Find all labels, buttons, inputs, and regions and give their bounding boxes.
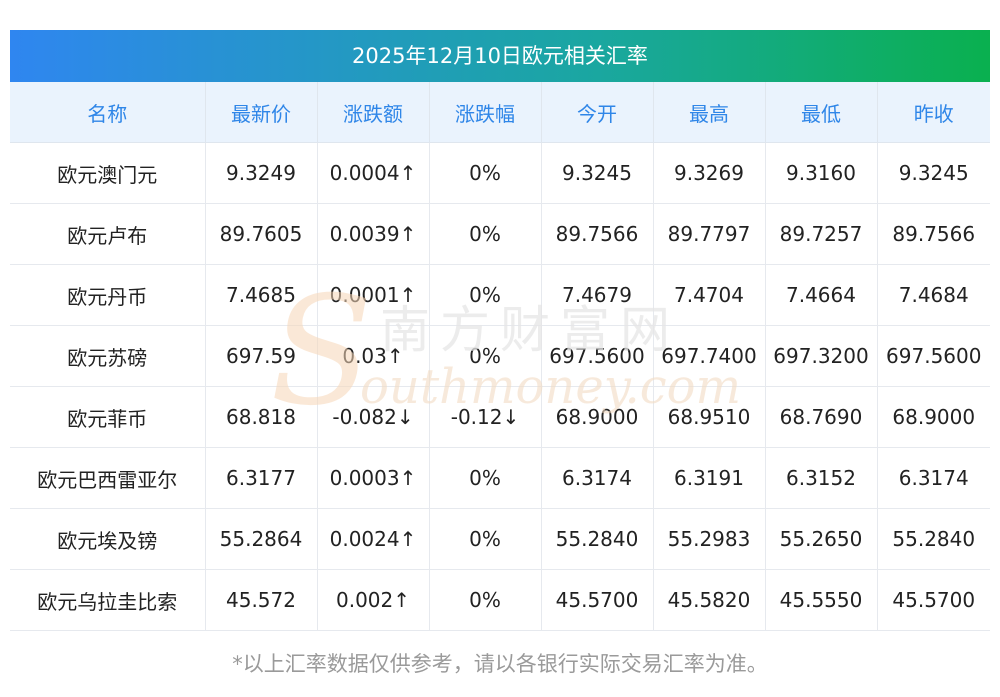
cell-name: 欧元菲币	[10, 386, 206, 448]
cell-prev-close: 697.5600	[877, 325, 990, 387]
header-change: 涨跌额	[317, 82, 430, 143]
cell-low: 68.7690	[765, 386, 878, 448]
cell-open: 7.4679	[541, 264, 654, 326]
table-row: 欧元菲币 68.818 -0.082↓ -0.12↓ 68.9000 68.9510 68.…	[10, 386, 990, 448]
cell-open: 68.9000	[541, 386, 654, 448]
cell-change-pct: 0%	[429, 142, 542, 204]
cell-name: 欧元乌拉圭比索	[10, 569, 206, 631]
cell-prev-close: 89.7566	[877, 203, 990, 265]
cell-change: 0.0024↑	[317, 508, 430, 570]
table-row: 欧元丹币 7.4685 0.0001↑ 0% 7.4679 7.4704 7.4664 7.4…	[10, 264, 990, 326]
cell-open: 55.2840	[541, 508, 654, 570]
cell-change: 0.0003↑	[317, 447, 430, 509]
header-low: 最低	[765, 82, 878, 143]
cell-low: 89.7257	[765, 203, 878, 265]
cell-high: 89.7797	[653, 203, 766, 265]
cell-open: 45.5700	[541, 569, 654, 631]
cell-high: 55.2983	[653, 508, 766, 570]
cell-change-pct: 0%	[429, 325, 542, 387]
cell-change-pct: 0%	[429, 447, 542, 509]
cell-high: 7.4704	[653, 264, 766, 326]
cell-change: 0.0039↑	[317, 203, 430, 265]
cell-latest: 68.818	[205, 386, 318, 448]
cell-low: 45.5550	[765, 569, 878, 631]
cell-change-pct: 0%	[429, 569, 542, 631]
header-change-pct: 涨跌幅	[429, 82, 542, 143]
cell-open: 89.7566	[541, 203, 654, 265]
cell-change: 0.002↑	[317, 569, 430, 631]
table-title: 2025年12月10日欧元相关汇率	[10, 30, 990, 82]
table-row: 欧元澳门元 9.3249 0.0004↑ 0% 9.3245 9.3269 9.3160 9.…	[10, 142, 990, 204]
cell-name: 欧元澳门元	[10, 142, 206, 204]
cell-latest: 45.572	[205, 569, 318, 631]
cell-latest: 6.3177	[205, 447, 318, 509]
header-name: 名称	[10, 82, 206, 143]
cell-high: 45.5820	[653, 569, 766, 631]
cell-latest: 55.2864	[205, 508, 318, 570]
cell-change-pct: -0.12↓	[429, 386, 542, 448]
table-row: 欧元乌拉圭比索 45.572 0.002↑ 0% 45.5700 45.5820 45.55…	[10, 569, 990, 631]
cell-latest: 7.4685	[205, 264, 318, 326]
disclaimer-note: *以上汇率数据仅供参考，请以各银行实际交易汇率为准。	[232, 652, 768, 676]
header-row: 名称 最新价 涨跌额 涨跌幅 今开 最高 最低 昨收	[10, 82, 990, 143]
cell-latest: 9.3249	[205, 142, 318, 204]
cell-change-pct: 0%	[429, 508, 542, 570]
cell-prev-close: 7.4684	[877, 264, 990, 326]
cell-change: 0.0001↑	[317, 264, 430, 326]
cell-prev-close: 9.3245	[877, 142, 990, 204]
page: 2025年12月10日欧元相关汇率 名称 最新价 涨跌额 涨跌幅 今开 最高 最…	[0, 0, 1000, 697]
cell-high: 697.7400	[653, 325, 766, 387]
cell-name: 欧元丹币	[10, 264, 206, 326]
cell-change-pct: 0%	[429, 264, 542, 326]
cell-low: 9.3160	[765, 142, 878, 204]
cell-prev-close: 6.3174	[877, 447, 990, 509]
cell-prev-close: 68.9000	[877, 386, 990, 448]
cell-open: 697.5600	[541, 325, 654, 387]
cell-low: 6.3152	[765, 447, 878, 509]
cell-high: 68.9510	[653, 386, 766, 448]
cell-open: 6.3174	[541, 447, 654, 509]
cell-name: 欧元苏磅	[10, 325, 206, 387]
table-row: 欧元卢布 89.7605 0.0039↑ 0% 89.7566 89.7797 89.725…	[10, 203, 990, 265]
cell-change: 0.03↑	[317, 325, 430, 387]
cell-name: 欧元埃及镑	[10, 508, 206, 570]
header-open: 今开	[541, 82, 654, 143]
header-latest: 最新价	[205, 82, 318, 143]
cell-prev-close: 55.2840	[877, 508, 990, 570]
cell-low: 55.2650	[765, 508, 878, 570]
cell-latest: 697.59	[205, 325, 318, 387]
cell-open: 9.3245	[541, 142, 654, 204]
table-row: 欧元苏磅 697.59 0.03↑ 0% 697.5600 697.7400 697.320…	[10, 325, 990, 387]
cell-change: 0.0004↑	[317, 142, 430, 204]
cell-change: -0.082↓	[317, 386, 430, 448]
exchange-rate-table: 名称 最新价 涨跌额 涨跌幅 今开 最高 最低 昨收 欧元澳门元 9.3249 0.…	[10, 82, 990, 631]
table-row: 欧元巴西雷亚尔 6.3177 0.0003↑ 0% 6.3174 6.3191 6.3152…	[10, 447, 990, 509]
cell-low: 7.4664	[765, 264, 878, 326]
cell-latest: 89.7605	[205, 203, 318, 265]
cell-name: 欧元卢布	[10, 203, 206, 265]
cell-low: 697.3200	[765, 325, 878, 387]
cell-prev-close: 45.5700	[877, 569, 990, 631]
table-row: 欧元埃及镑 55.2864 0.0024↑ 0% 55.2840 55.2983 55.26…	[10, 508, 990, 570]
cell-change-pct: 0%	[429, 203, 542, 265]
header-high: 最高	[653, 82, 766, 143]
cell-high: 6.3191	[653, 447, 766, 509]
cell-high: 9.3269	[653, 142, 766, 204]
header-prev-close: 昨收	[877, 82, 990, 143]
cell-name: 欧元巴西雷亚尔	[10, 447, 206, 509]
